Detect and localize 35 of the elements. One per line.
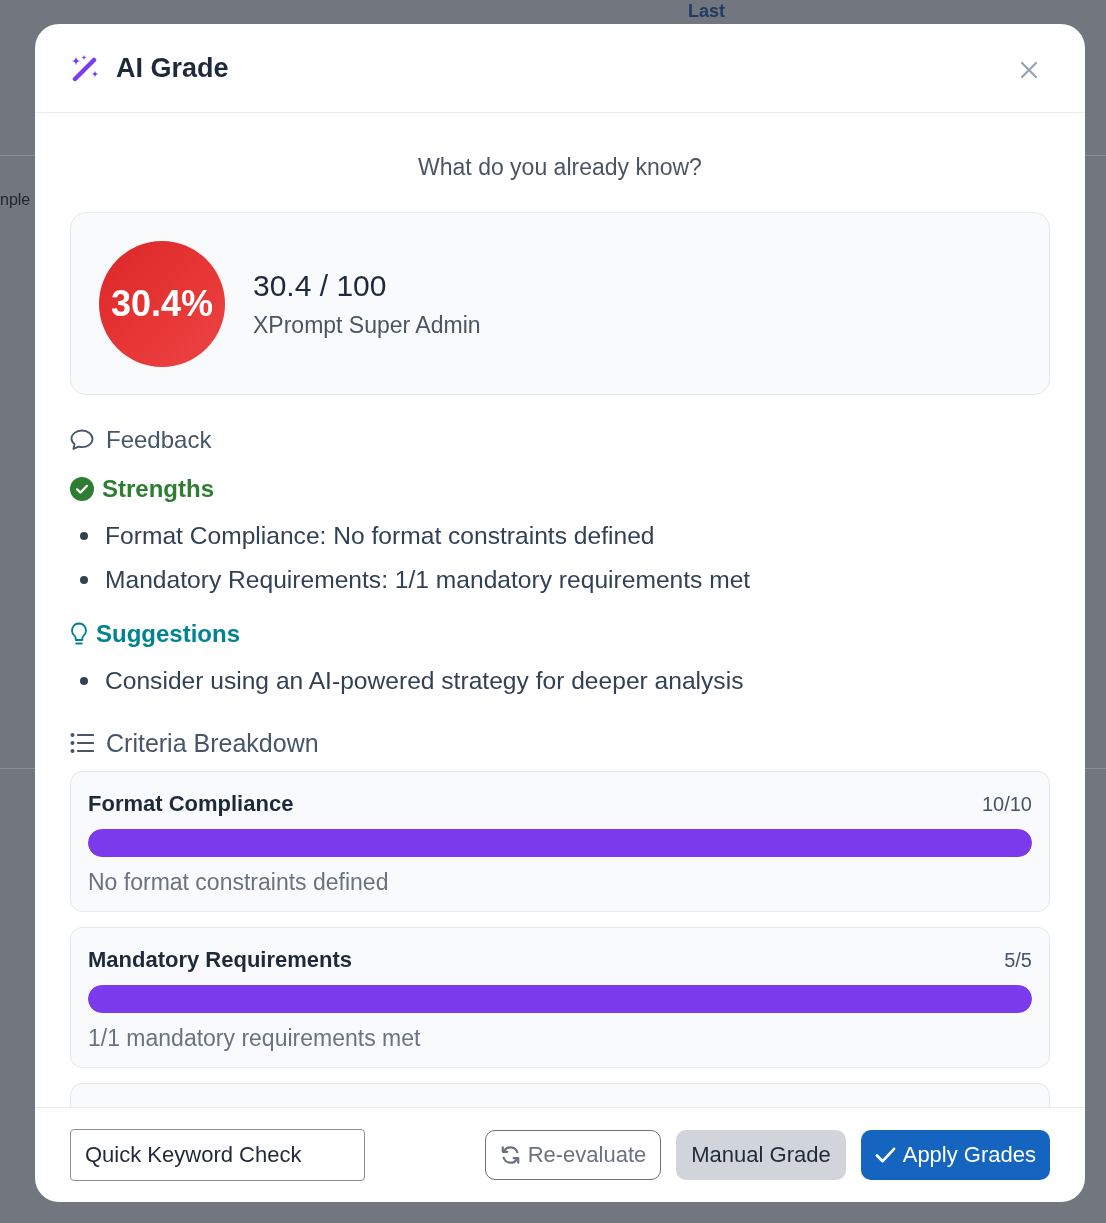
refresh-icon: [499, 1145, 521, 1165]
feedback-heading: Feedback: [106, 426, 212, 454]
suggestions-heading: Suggestions: [96, 620, 240, 648]
prompt-text: What do you already know?: [417, 153, 703, 181]
re-evaluate-button[interactable]: Re-evaluate: [484, 1130, 662, 1180]
bullet-icon: [80, 677, 88, 685]
criterion-name: Format Compliance: [88, 791, 294, 817]
bullet-icon: [80, 532, 88, 540]
feedback-item: Format Compliance: No format constraints defined: [105, 522, 655, 550]
list-icon: [70, 732, 94, 754]
grader-name: XPrompt Super Admin: [253, 310, 481, 340]
strengths-heading: Strengths: [102, 475, 214, 503]
lightbulb-icon: [70, 622, 88, 646]
magic-wand-icon: [70, 54, 100, 82]
close-icon[interactable]: [1020, 61, 1038, 79]
feedback-item: Mandatory Requirements: 1/1 mandatory requirements met: [105, 566, 751, 594]
criterion-note: No format constraints defined: [88, 868, 390, 896]
criterion-name: Mandatory Requirements: [88, 947, 353, 973]
criteria-heading: Criteria Breakdown: [106, 728, 319, 758]
chat-bubble-icon: [70, 429, 94, 451]
bullet-icon: [80, 576, 88, 584]
check-circle-icon: [70, 477, 94, 501]
score-percent-circle: 30.4%: [99, 240, 225, 367]
page-heading-fragment: Last: [688, 1, 725, 21]
strategy-field[interactable]: Quick Keyword Check: [70, 1129, 365, 1181]
page-text-fragment: nple: [0, 190, 31, 210]
criterion-score: 10/10: [981, 792, 1032, 816]
criterion-note: 1/1 mandatory requirements met: [88, 1024, 422, 1052]
manual-grade-button[interactable]: Manual Grade: [676, 1130, 846, 1180]
dialog-title: AI Grade: [116, 52, 229, 84]
feedback-item: Consider using an AI-powered strategy for deeper analysis: [105, 667, 744, 695]
criterion-score: 5/5: [1004, 948, 1032, 972]
score-points: 30.4 / 100: [253, 267, 388, 304]
check-icon: [874, 1145, 896, 1165]
apply-grades-button[interactable]: Apply Grades: [860, 1130, 1050, 1180]
